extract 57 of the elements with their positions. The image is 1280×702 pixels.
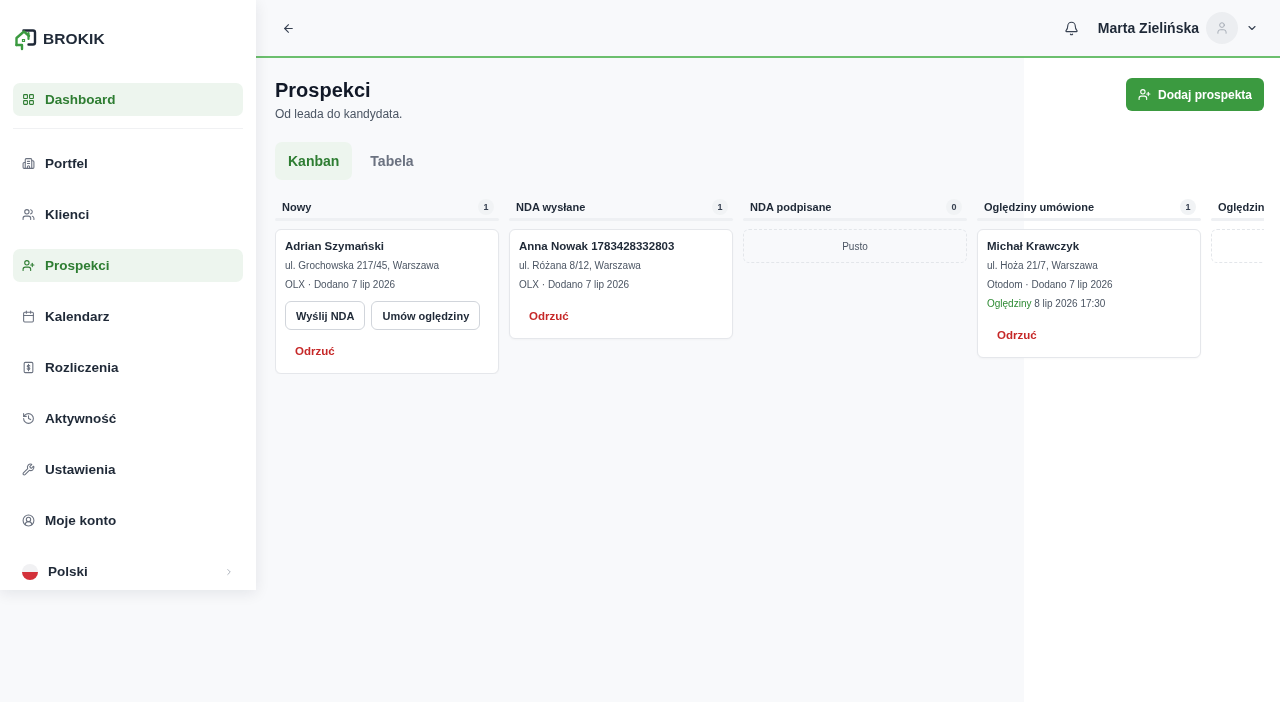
nav-item[interactable]: Kalendarz <box>13 300 243 333</box>
add-prospect-button[interactable]: Dodaj prospekta <box>1125 78 1264 111</box>
prospect-address: ul. Grochowska 217/45, Warszawa <box>285 259 441 273</box>
nav-item[interactable]: Rozliczenia <box>13 351 243 384</box>
column-title: Oględzin <box>1218 201 1264 213</box>
prospect-source: OLX · Dodano 7 lip 2026 <box>519 278 631 292</box>
logo-icon <box>14 27 38 51</box>
count-badge: 1 <box>712 199 728 215</box>
nav-item[interactable]: Prospekci <box>13 249 243 282</box>
language-selector[interactable]: Polski <box>13 555 243 588</box>
reject-button[interactable]: Odrzuć <box>519 301 579 330</box>
wrench-icon <box>22 463 35 476</box>
flag-icon <box>22 563 38 580</box>
user-circle-icon <box>22 514 35 527</box>
page-subtitle: Od leada do kandydata. <box>275 106 403 123</box>
building-icon <box>22 157 35 170</box>
dollar-document-icon <box>22 361 35 374</box>
view-tab[interactable]: Kanban <box>275 142 353 180</box>
action-button[interactable]: Umów oględziny <box>371 301 481 330</box>
bell-icon[interactable] <box>1063 20 1079 36</box>
prospect-address: ul. Różana 8/12, Warszawa <box>519 259 642 273</box>
prospect-source: OLX · Dodano 7 lip 2026 <box>285 278 397 292</box>
nav-item[interactable]: Aktywność <box>13 402 243 435</box>
count-badge: 1 <box>1180 199 1196 215</box>
viewing-date: Oględziny 8 lip 2026 17:30 <box>987 297 1107 311</box>
user-plus-icon <box>1137 88 1151 101</box>
calendar-icon <box>22 310 35 323</box>
count-badge: 1 <box>478 199 494 215</box>
chevron-right-icon <box>224 566 234 577</box>
page-title: Prospekci <box>275 78 372 102</box>
reject-button[interactable]: Odrzuć <box>285 336 345 365</box>
action-button[interactable]: Wyślij NDA <box>285 301 366 330</box>
prospect-address: ul. Hoża 21/7, Warszawa <box>987 259 1099 273</box>
count-badge: 0 <box>946 199 962 215</box>
nav-item[interactable]: Portfel <box>13 147 243 180</box>
arrow-left-icon[interactable] <box>282 21 295 35</box>
prospect-name: Anna Nowak 1783428332803 <box>519 239 676 254</box>
view-tab[interactable]: Tabela <box>357 142 427 180</box>
prospect-name: Michał Krawczyk <box>987 239 1081 254</box>
user-name[interactable]: Marta Zielińska <box>1097 20 1199 36</box>
history-icon <box>22 412 35 425</box>
nav-item[interactable]: Klienci <box>13 198 243 231</box>
user-plus-icon <box>22 259 35 272</box>
column-title: NDA podpisane <box>750 201 832 213</box>
empty-label: Pusto <box>842 240 868 252</box>
prospect-source: Otodom · Dodano 7 lip 2026 <box>987 278 1114 292</box>
logo-text: BROKIK <box>43 30 105 48</box>
nav-item[interactable]: Ustawienia <box>13 453 243 486</box>
nav-item[interactable]: Dashboard <box>13 83 243 116</box>
column-title: NDA wysłane <box>516 201 586 213</box>
column-title: Nowy <box>282 201 312 213</box>
column-title: Oględziny umówione <box>984 201 1094 213</box>
nav-item[interactable]: Moje konto <box>13 504 243 537</box>
prospect-name: Adrian Szymański <box>285 239 386 254</box>
grid-icon <box>22 93 35 106</box>
reject-button[interactable]: Odrzuć <box>987 320 1047 349</box>
users-icon <box>22 208 35 221</box>
